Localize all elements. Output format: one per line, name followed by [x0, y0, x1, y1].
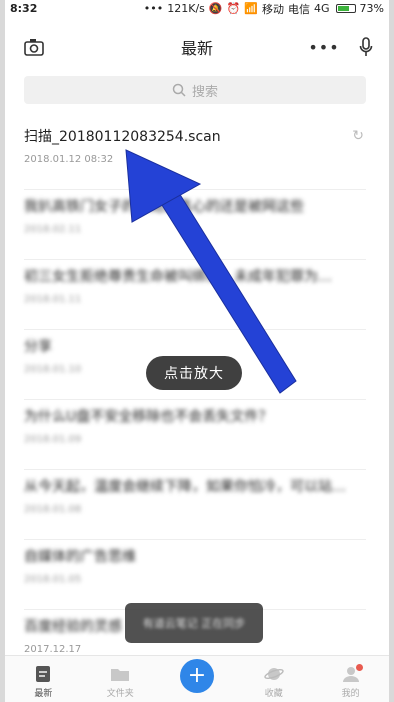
note-date: 2018.01.08 — [24, 504, 82, 515]
tab-label: 收藏 — [264, 689, 283, 699]
note-item-scan[interactable]: 扫描_20180112083254.scan 2018.01.12 08:32 … — [24, 120, 366, 190]
tab-label: 文件夹 — [106, 689, 134, 699]
search-placeholder: 搜索 — [191, 84, 218, 100]
tab-label: 最新 — [34, 689, 53, 699]
search-input[interactable]: 搜索 — [24, 76, 366, 104]
more-dots-icon: ••• — [143, 2, 164, 15]
sync-toast: 有道云笔记 正在同步 — [125, 603, 263, 643]
note-date: 2018.02.11 — [24, 224, 82, 235]
tab-favorites[interactable]: 收藏 — [235, 656, 312, 702]
status-bar: 8:32 ••• 121K/s 🔕 ⏰ 📶 移动 电信 4G 73% — [10, 0, 384, 17]
sync-icon: ↻ — [352, 128, 364, 144]
search-icon — [172, 83, 186, 97]
note-title: 从今天起，温度会继续下降，如果你怕冷，可以站… — [24, 479, 346, 495]
camera-button[interactable] — [20, 33, 48, 61]
note-date: 2017.12.17 — [24, 644, 82, 655]
voice-button[interactable] — [352, 33, 380, 61]
tab-label: 我的 — [341, 689, 360, 699]
user-icon — [341, 664, 363, 683]
network-type: 4G — [314, 2, 330, 15]
microphone-icon — [359, 37, 373, 56]
carrier2-label: 电信 — [288, 2, 311, 16]
note-title: 我扒高铁门女子的…她最真心的还是被网这些 — [24, 199, 304, 215]
more-button[interactable]: ••• — [308, 33, 340, 61]
plus-icon: + — [187, 663, 207, 688]
note-title: 为什么U盘不安全移除也不会丢失文件？ — [24, 409, 273, 425]
status-indicators: ••• 121K/s 🔕 ⏰ 📶 移动 电信 4G 73% — [144, 1, 384, 17]
tab-add[interactable]: + — [159, 656, 236, 702]
net-speed: 121K/s — [167, 2, 205, 15]
status-time: 8:32 — [10, 2, 38, 15]
more-icon: ••• — [308, 37, 340, 57]
planet-icon — [264, 665, 284, 683]
carrier1-label: 移动 — [262, 2, 285, 16]
top-header: 最新 ••• — [10, 30, 384, 64]
note-title: 扫描_20180112083254.scan — [24, 129, 221, 145]
notes-list: 扫描_20180112083254.scan 2018.01.12 08:32 … — [24, 120, 366, 680]
note-item[interactable]: 从今天起，温度会继续下降，如果你怕冷，可以站… 2018.01.08 — [24, 470, 366, 540]
add-note-button[interactable]: + — [179, 659, 214, 693]
notification-dot — [355, 664, 363, 671]
battery-icon — [335, 4, 356, 13]
mute-icon: 🔕 — [208, 2, 223, 15]
note-date: 2018.01.11 — [24, 294, 82, 305]
note-title: 分享 — [24, 339, 52, 355]
note-date: 2018.01.09 — [24, 434, 82, 445]
wifi-icon: 📶 — [244, 2, 259, 15]
latest-icon — [33, 665, 53, 683]
folder-icon — [110, 665, 130, 683]
tab-me[interactable]: 我的 — [312, 656, 389, 702]
battery-percent: 73% — [359, 2, 384, 15]
note-item[interactable]: 为什么U盘不安全移除也不会丢失文件？ 2018.01.09 — [24, 400, 366, 470]
zoom-hint[interactable]: 点击放大 — [146, 356, 242, 390]
bottom-tabbar: 最新 文件夹 + 收藏 我的 — [5, 655, 389, 702]
note-date: 2018.01.05 — [24, 574, 82, 585]
note-title: 自媒体的广告思维 — [24, 549, 136, 565]
camera-icon — [24, 39, 44, 56]
alarm-icon: ⏰ — [226, 2, 241, 15]
note-date: 2018.01.12 08:32 — [24, 154, 114, 165]
note-title: 初三女生拒绝尊贵生命被叫绑架，未成年犯罪为… — [24, 269, 332, 285]
note-item[interactable]: 我扒高铁门女子的…她最真心的还是被网这些 2018.02.11 — [24, 190, 366, 260]
tab-folders[interactable]: 文件夹 — [82, 656, 159, 702]
toast-text: 有道云笔记 正在同步 — [142, 617, 246, 630]
note-item[interactable]: 初三女生拒绝尊贵生命被叫绑架，未成年犯罪为… 2018.01.11 — [24, 260, 366, 330]
tab-latest[interactable]: 最新 — [5, 656, 82, 702]
note-item[interactable]: 自媒体的广告思维 2018.01.05 — [24, 540, 366, 610]
